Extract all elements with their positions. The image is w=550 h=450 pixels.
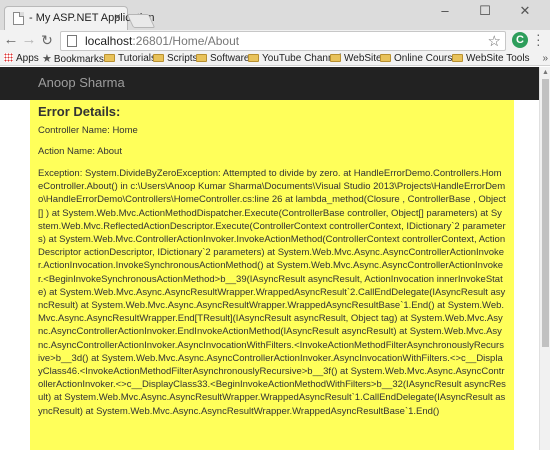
browser-title-bar: - My ASP.NET Application × – ☐ ✕ [0,0,550,30]
bookmark-bookmarks[interactable]: ★ Bookmarks [42,52,104,66]
back-arrow-icon[interactable]: ← [2,31,20,49]
folder-icon [196,54,207,62]
browser-toolbar: ← → ↻ localhost:26801/Home/About ☆ C · · · [0,27,550,52]
controller-name: Controller Name: Home [38,125,138,136]
bookmark-label: Software [210,53,250,64]
exception-stack-trace: Exception: System.DivideByZeroException:… [38,168,506,417]
bookmark-apps[interactable]: Apps [4,52,39,66]
bookmark-label: WebSite Tools [466,53,530,64]
folder-icon [380,54,391,62]
site-brand-link[interactable]: Anoop Sharma [38,75,125,90]
folder-icon [104,54,115,62]
close-window-button[interactable]: ✕ [510,0,540,22]
page-favicon-icon [13,12,24,25]
folder-icon [248,54,259,62]
url-path: :26801/Home/About [132,34,240,48]
bookmark-label: Bookmarks [53,54,104,65]
address-bar[interactable]: localhost:26801/Home/About ☆ [60,31,506,51]
bookmarks-bar: Apps ★ Bookmarks Tutorials Scripts Softwa… [0,52,550,66]
bookmark-star-icon[interactable]: ☆ [488,32,501,50]
bookmark-label: Apps [16,53,39,64]
action-name: Action Name: About [38,146,122,157]
error-details-panel: Error Details: Controller Name: Home Act… [30,100,514,450]
grammarly-extension-icon[interactable]: C [512,32,528,48]
url-host: localhost [85,34,133,48]
bookmark-website[interactable]: WebSite [330,52,382,66]
forward-arrow-icon[interactable]: → [20,31,38,49]
minimize-button[interactable]: – [430,0,460,22]
tab-close-icon[interactable]: × [114,10,121,24]
page-info-icon[interactable] [67,35,77,47]
browser-tab[interactable]: - My ASP.NET Application × [4,6,155,30]
bookmark-label: WebSite [344,53,382,64]
url-text[interactable]: localhost:26801/Home/About [85,34,239,48]
scrollbar-thumb[interactable] [542,79,549,347]
maximize-button[interactable]: ☐ [470,0,500,22]
apps-grid-icon [4,53,13,62]
error-heading: Error Details: [38,104,121,119]
bookmark-tutorials[interactable]: Tutorials [104,52,156,66]
page-scrollbar[interactable]: ▲ [539,67,550,450]
folder-icon [153,54,164,62]
folder-icon [330,54,341,62]
bookmark-label: Tutorials [118,53,156,64]
bookmark-online-courses[interactable]: Online Courses [380,52,463,66]
reload-icon[interactable]: ↻ [38,31,56,49]
browser-menu-icon[interactable]: · · · [536,27,544,51]
bookmark-youtube-channel[interactable]: YouTube Channel [248,52,341,66]
bookmark-software[interactable]: Software [196,52,249,66]
bookmark-scripts[interactable]: Scripts [153,52,198,66]
folder-icon [452,54,463,62]
bookmark-label: Scripts [167,53,198,64]
page-viewport: Anoop Sharma Error Details: Controller N… [0,67,539,450]
star-icon: ★ [42,53,52,65]
bookmarks-overflow-icon[interactable]: » [542,52,548,66]
bookmark-website-tools[interactable]: WebSite Tools [452,52,530,66]
site-navbar: Anoop Sharma [0,67,539,100]
scroll-up-arrow-icon[interactable]: ▲ [542,69,549,76]
